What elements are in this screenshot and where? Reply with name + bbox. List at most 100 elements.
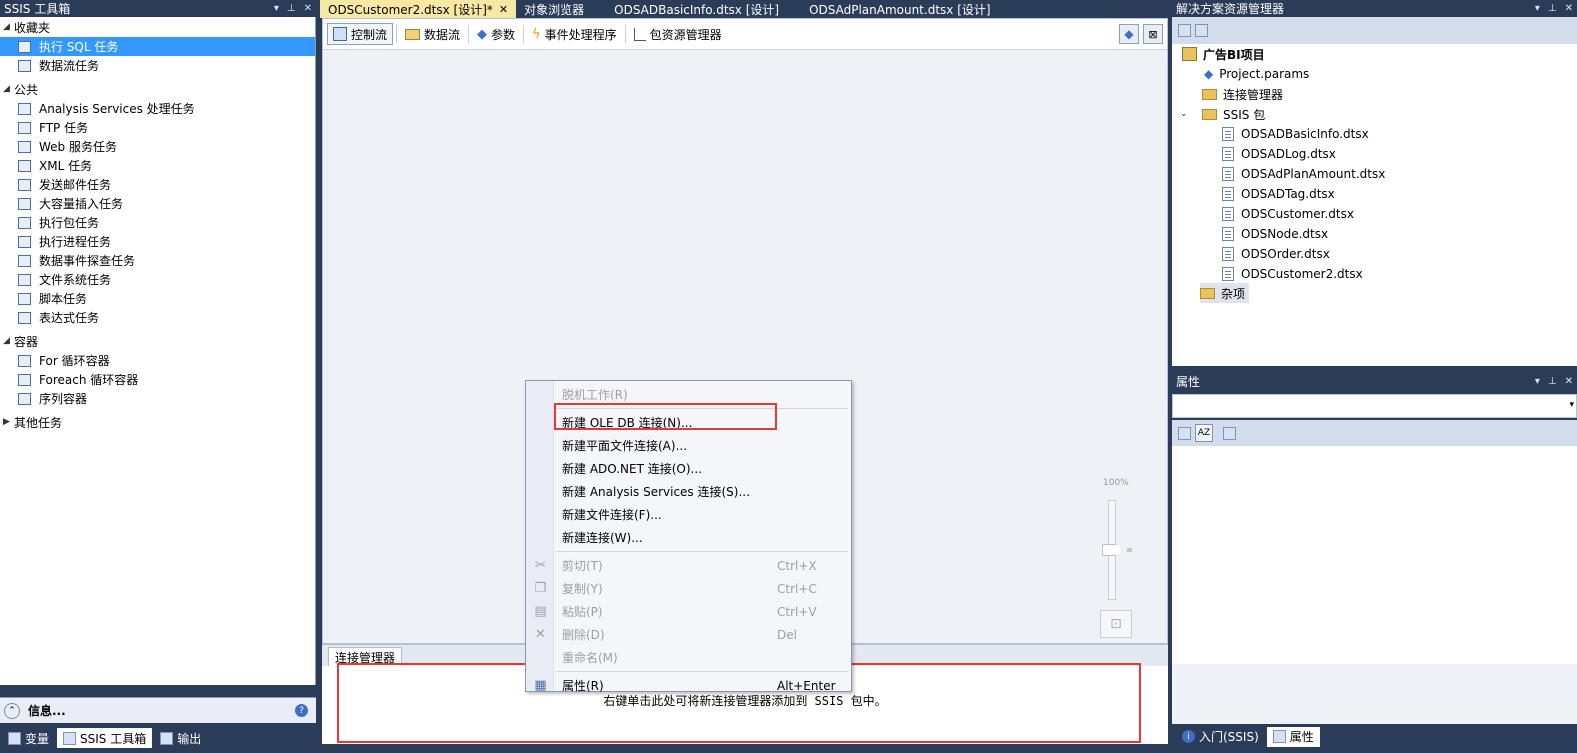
- zoom-fit-icon[interactable]: ⊠: [1143, 24, 1163, 44]
- tree-package-item[interactable]: ODSCustomer2.dtsx: [1222, 264, 1363, 284]
- toolbox-info-bar[interactable]: ⌃ 信息... ?: [0, 697, 316, 723]
- toolbox-item[interactable]: 执行进程任务: [0, 232, 315, 251]
- tree-project[interactable]: 广告BI项目: [1182, 44, 1265, 64]
- toolbox-item[interactable]: 执行包任务: [0, 213, 315, 232]
- info-label: 信息...: [28, 704, 66, 718]
- show-all-files-icon[interactable]: [1195, 24, 1208, 37]
- tab-data-flow[interactable]: 数据流: [400, 23, 465, 45]
- toolbox-item[interactable]: XML 任务: [0, 156, 315, 175]
- toolbox-item[interactable]: Analysis Services 处理任务: [0, 99, 315, 118]
- property-pages-icon[interactable]: [1223, 426, 1236, 440]
- menu-item[interactable]: 新建 ADO.NET 连接(O)...: [526, 457, 851, 480]
- menu-item[interactable]: 新建 Analysis Services 连接(S)...: [526, 480, 851, 503]
- expand-arrow-icon[interactable]: ▶: [3, 417, 14, 427]
- dropdown-icon[interactable]: ▾: [1535, 376, 1540, 387]
- help-icon[interactable]: ?: [295, 704, 308, 717]
- menu-item[interactable]: 新建平面文件连接(A)...: [526, 434, 851, 457]
- categorized-icon[interactable]: [1178, 426, 1191, 440]
- tree-connection-managers[interactable]: 连接管理器: [1202, 84, 1283, 104]
- toolbox-item[interactable]: 发送邮件任务: [0, 175, 315, 194]
- package-name: ODSCustomer2.dtsx: [1241, 267, 1363, 281]
- fit-to-window-icon[interactable]: ⊡: [1100, 610, 1132, 638]
- exec-process-icon: [16, 234, 32, 250]
- properties-toolbar-icon[interactable]: [1178, 24, 1191, 37]
- toolbox-item-label: Analysis Services 处理任务: [39, 102, 195, 116]
- tab-output[interactable]: 输出: [154, 728, 207, 748]
- tab-properties[interactable]: 属性: [1266, 726, 1320, 747]
- tree-package-item[interactable]: ODSADLog.dtsx: [1222, 144, 1336, 164]
- dropdown-icon[interactable]: ▾: [274, 3, 279, 14]
- menu-item[interactable]: 新建连接(W)...: [526, 526, 851, 549]
- tree-package-item[interactable]: ODSNode.dtsx: [1222, 224, 1328, 244]
- menu-item-label: 新建 Analysis Services 连接(S)...: [562, 485, 750, 499]
- close-tab-icon[interactable]: ✕: [499, 3, 508, 16]
- toolbox-item[interactable]: Web 服务任务: [0, 137, 315, 156]
- tree-ssis-packages[interactable]: ⌄ SSIS 包: [1180, 104, 1265, 124]
- alphabetical-icon[interactable]: AZ: [1195, 424, 1213, 442]
- group-common[interactable]: ◢ 公共: [0, 79, 315, 99]
- menu-item-shortcut: Ctrl+C: [777, 581, 817, 596]
- menu-item[interactable]: ▦ 属性(R) Alt+Enter: [526, 674, 851, 697]
- toolbox-item[interactable]: 序列容器: [0, 389, 315, 408]
- close-icon[interactable]: ✕: [1565, 3, 1573, 14]
- dropdown-icon[interactable]: ▾: [1535, 3, 1540, 14]
- toolbox-item[interactable]: 大容量插入任务: [0, 194, 315, 213]
- tab-control-flow[interactable]: 控制流: [327, 23, 394, 45]
- output-icon: [160, 731, 174, 745]
- parameters-icon: ◆: [477, 26, 488, 42]
- properties-icon: ▦: [534, 678, 547, 693]
- folder-icon: [1200, 287, 1215, 299]
- tree-misc[interactable]: 杂项: [1200, 283, 1250, 303]
- tab-package-explorer[interactable]: 包资源管理器: [629, 23, 727, 45]
- close-icon[interactable]: ✕: [1565, 376, 1573, 387]
- tree-package-item[interactable]: ODSADTag.dtsx: [1222, 184, 1335, 204]
- zoom-slider-thumb[interactable]: [1102, 544, 1122, 556]
- tab-object-browser[interactable]: 对象浏览器: [516, 0, 592, 18]
- tree-package-item[interactable]: ODSAdPlanAmount.dtsx: [1222, 164, 1385, 184]
- toolbox-item[interactable]: 脚本任务: [0, 289, 315, 308]
- solution-explorer-toolbar: [1172, 17, 1577, 44]
- tree-package-item[interactable]: ODSCustomer.dtsx: [1222, 204, 1354, 224]
- tab-odscustomer2[interactable]: ODSCustomer2.dtsx [设计]* ✕: [320, 0, 517, 18]
- menu-item[interactable]: 新建文件连接(F)...: [526, 503, 851, 526]
- toolbox-item[interactable]: Foreach 循环容器: [0, 370, 315, 389]
- toolbox-item[interactable]: 文件系统任务: [0, 270, 315, 289]
- menu-item-shortcut: Del: [777, 627, 797, 642]
- pin-icon[interactable]: ⊥: [1548, 376, 1557, 387]
- expression-icon: [16, 310, 32, 326]
- group-containers[interactable]: ◢ 容器: [0, 331, 315, 351]
- pin-icon[interactable]: ⊥: [1548, 3, 1557, 14]
- tab-ssis-toolbox[interactable]: SSIS 工具箱: [57, 728, 153, 748]
- tab-variables[interactable]: 变量: [2, 728, 55, 748]
- tree-package-item[interactable]: ODSOrder.dtsx: [1222, 244, 1330, 264]
- tab-parameters[interactable]: ◆ 参数: [472, 23, 520, 45]
- properties-description: [1172, 664, 1577, 724]
- toolbox-item[interactable]: 数据事件探查任务: [0, 251, 315, 270]
- toolbox-item[interactable]: 数据流任务: [0, 56, 315, 75]
- delete-icon: ✕: [535, 627, 546, 642]
- tab-getting-started[interactable]: i 入门(SSIS): [1176, 727, 1265, 747]
- toolbox-item[interactable]: 执行 SQL 任务: [0, 37, 315, 56]
- tab-odsadplanamount[interactable]: ODSAdPlanAmount.dtsx [设计]: [801, 0, 999, 18]
- chevron-down-icon[interactable]: ▾: [1569, 400, 1574, 410]
- collapse-icon[interactable]: ⌃: [4, 702, 20, 719]
- for-loop-icon: [16, 353, 32, 369]
- group-favorites[interactable]: ◢ 收藏夹: [0, 17, 315, 37]
- collapse-arrow-icon[interactable]: ◢: [3, 84, 14, 94]
- toolbox-item-label: 文件系统任务: [39, 273, 112, 287]
- toolbox-item[interactable]: 表达式任务: [0, 308, 315, 327]
- tree-package-item[interactable]: ODSADBasicInfo.dtsx: [1222, 124, 1369, 144]
- tab-odsadbasicinfo[interactable]: ODSADBasicInfo.dtsx [设计]: [606, 0, 787, 18]
- tree-project-params[interactable]: ◆ Project.params: [1204, 64, 1309, 84]
- group-other-tasks[interactable]: ▶ 其他任务: [0, 412, 315, 432]
- collapse-arrow-icon[interactable]: ◢: [3, 22, 14, 32]
- properties-object-selector[interactable]: ▾: [1172, 394, 1577, 418]
- toolbox-item[interactable]: FTP 任务: [0, 118, 315, 137]
- pin-icon[interactable]: ⊥: [287, 3, 296, 14]
- close-icon[interactable]: ✕: [304, 3, 312, 14]
- collapse-arrow-icon[interactable]: ◢: [3, 336, 14, 346]
- validate-icon[interactable]: ◆: [1119, 24, 1139, 44]
- expand-arrow-icon[interactable]: ⌄: [1180, 109, 1196, 119]
- toolbox-item[interactable]: For 循环容器: [0, 351, 315, 370]
- tab-event-handlers[interactable]: ϟ 事件处理程序: [527, 23, 622, 45]
